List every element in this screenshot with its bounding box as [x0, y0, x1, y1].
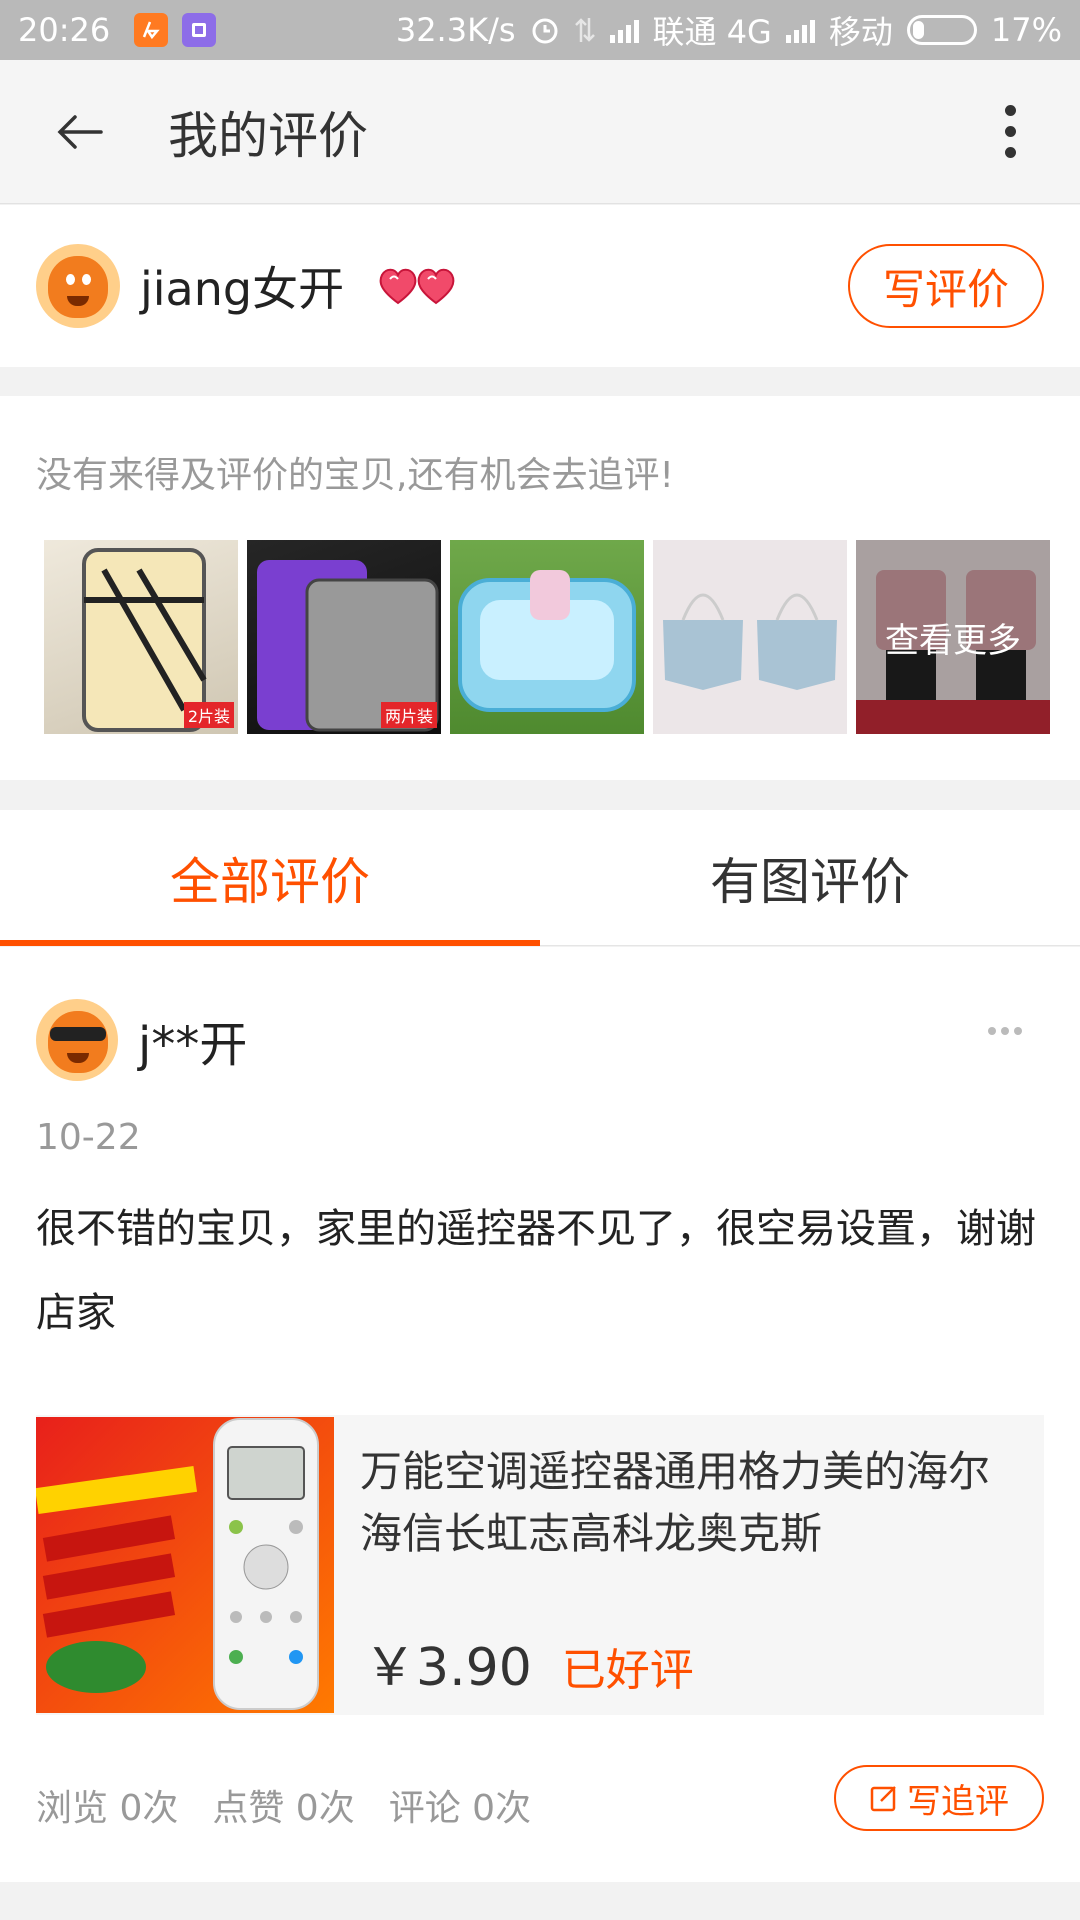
product-image — [36, 1417, 334, 1713]
signal-icon — [785, 17, 815, 43]
product-title: 万能空调遥控器通用格力美的海尔海信长虹志高科龙奥克斯 — [360, 1447, 991, 1558]
username: jiang女开 — [140, 262, 345, 316]
pending-thumbnails: 2片装 两片装 查看更多 — [44, 540, 1050, 734]
page-title: 我的评价 — [168, 106, 368, 165]
arrow-left-icon — [57, 114, 103, 149]
review-card: j**开 10-22 很不错的宝贝，家里的遥控器不见了，很空易设置，谢谢店家 万… — [0, 947, 1080, 1882]
review-status: 已好评 — [561, 1645, 694, 1696]
carrier-1: 联通 4G — [652, 13, 772, 51]
alarm-icon — [532, 18, 558, 44]
app-header: 我的评价 — [0, 60, 1080, 204]
pending-item-thumbnail[interactable]: 查看更多 — [856, 540, 1050, 734]
append-review-label: 写追评 — [907, 1781, 1009, 1822]
comments-count: 评论 0次 — [388, 1788, 532, 1829]
user-card: jiang女开 写评价 — [0, 205, 1080, 367]
network-speed: 32.3K/s — [395, 11, 516, 49]
thumb-label: 两片装 — [380, 702, 437, 728]
avatar[interactable] — [36, 244, 120, 328]
product-price: ￥3.90 — [364, 1638, 532, 1698]
review-user: j**开 — [36, 999, 247, 1081]
product-card[interactable]: 万能空调遥控器通用格力美的海尔海信长虹志高科龙奥克斯 ￥3.90 已好评 — [36, 1415, 1044, 1715]
pending-item-thumbnail[interactable] — [450, 540, 644, 734]
tab-photo-reviews[interactable]: 有图评价 — [540, 810, 1080, 945]
pending-item-thumbnail[interactable]: 2片装 — [44, 540, 238, 734]
reviewer-name: j**开 — [138, 1017, 248, 1073]
status-bar: 20:26 32.3K/s 联通 4G 移动 17% — [0, 0, 1080, 60]
notification-app-icon — [182, 13, 217, 47]
data-transfer-icon — [574, 18, 595, 42]
likes-count: 点赞 0次 — [212, 1788, 355, 1829]
views-count: 浏览 0次 — [36, 1788, 179, 1829]
battery-icon — [906, 15, 977, 45]
pending-tip: 没有来得及评价的宝贝,还有机会去追评! — [36, 455, 674, 496]
review-tabs: 全部评价 有图评价 — [0, 810, 1080, 946]
tab-all-reviews[interactable]: 全部评价 — [0, 810, 540, 946]
review-text: 很不错的宝贝，家里的遥控器不见了，很空易设置，谢谢店家 — [36, 1206, 1036, 1336]
signal-icon — [609, 17, 639, 43]
taobao-app-icon — [134, 13, 169, 47]
see-more-button[interactable]: 查看更多 — [856, 540, 1050, 734]
more-vertical-icon[interactable] — [990, 92, 1030, 172]
review-stats: 浏览 0次 点赞 0次 评论 0次 — [36, 1779, 531, 1831]
product-meta: ￥3.90 已好评 — [364, 1625, 694, 1700]
more-horizontal-icon[interactable] — [988, 1027, 1022, 1035]
product-info: 万能空调遥控器通用格力美的海尔海信长虹志高科龙奥克斯 ￥3.90 已好评 — [334, 1415, 1044, 1715]
pending-review-section: 没有来得及评价的宝贝,还有机会去追评! 2片装 两片装 查看更多 — [0, 396, 1080, 780]
write-review-button[interactable]: 写评价 — [848, 244, 1044, 328]
edit-icon — [870, 1786, 896, 1812]
carrier-2: 移动 — [828, 13, 893, 51]
thumb-label: 2片装 — [183, 702, 234, 728]
pending-item-thumbnail[interactable]: 两片装 — [247, 540, 441, 734]
heart-level-icon — [378, 265, 458, 307]
pending-item-thumbnail[interactable] — [653, 540, 847, 734]
append-review-button[interactable]: 写追评 — [834, 1765, 1044, 1831]
avatar[interactable] — [36, 999, 118, 1081]
review-date: 10-22 — [36, 1117, 141, 1158]
status-time: 20:26 — [18, 11, 111, 49]
battery-level: 17% — [990, 11, 1062, 49]
back-button[interactable] — [20, 60, 140, 204]
